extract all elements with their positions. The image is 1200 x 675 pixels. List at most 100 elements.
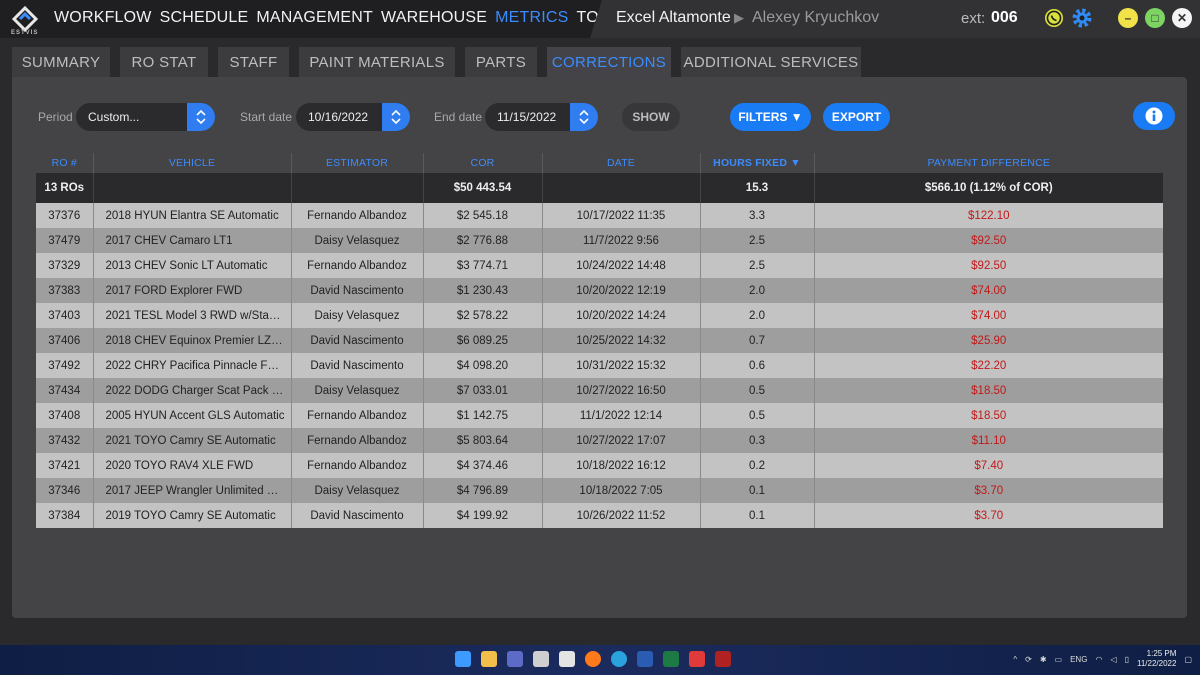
http-icon[interactable] [715,651,731,667]
end-date-spinner-icon[interactable] [570,103,598,131]
tab-summary[interactable]: SUMMARY [12,47,110,77]
table-row[interactable]: 37346 2017 JEEP Wrangler Unlimited Sp... D… [36,478,1163,503]
nav-warehouse[interactable]: WAREHOUSE [381,9,487,27]
cell-hours-fixed: 0.3 [700,428,815,453]
export-button[interactable]: EXPORT [823,103,890,131]
language-indicator[interactable]: ENG [1070,655,1087,664]
table-row[interactable]: 37383 2017 FORD Explorer FWD David Nascime… [36,278,1163,303]
main-nav: WORKFLOW SCHEDULE MANAGEMENT WAREHOUSE M… [54,9,639,27]
firefox-icon[interactable] [585,651,601,667]
end-date-field[interactable]: 11/15/2022 [485,103,598,131]
col-ro[interactable]: RO # [36,153,94,173]
cell-payment-difference: $18.50 [814,378,1163,403]
cell-estimator: Fernando Albandoz [291,453,424,478]
estvis-icon[interactable] [559,651,575,667]
cell-estimator: David Nascimento [291,278,424,303]
cell-vehicle: 2022 DODG Charger Scat Pack RW... [93,378,292,403]
clock[interactable]: 1:25 PM 11/22/2022 [1137,649,1176,669]
recorder-icon[interactable] [689,651,705,667]
save-icon[interactable] [507,651,523,667]
nav-management[interactable]: MANAGEMENT [256,9,373,27]
telegram-icon[interactable] [611,651,627,667]
windows-start-icon[interactable] [455,651,471,667]
file-explorer-icon[interactable] [481,651,497,667]
cell-ro: 37376 [36,203,94,228]
nav-workflow[interactable]: WORKFLOW [54,9,152,27]
cell-cor: $5 803.64 [423,428,543,453]
shop-name[interactable]: Excel Altamonte [616,9,731,27]
table-body: 37376 2018 HYUN Elantra SE Automatic Ferna… [36,203,1163,528]
user-name[interactable]: Alexey Kryuchkov [752,9,879,27]
cell-ro: 37329 [36,253,94,278]
cell-estimator: Daisy Velasquez [291,228,424,253]
table-row[interactable]: 37329 2013 CHEV Sonic LT Automatic Fernand… [36,253,1163,278]
cell-estimator: David Nascimento [291,503,424,528]
nav-metrics[interactable]: METRICS [495,9,568,27]
excel-icon[interactable] [663,651,679,667]
notifications-icon[interactable]: ▢ [1184,655,1192,664]
summary-date [542,173,701,203]
show-button[interactable]: SHOW [622,103,680,131]
col-date[interactable]: DATE [542,153,701,173]
app-icon[interactable] [533,651,549,667]
cell-date: 10/20/2022 12:19 [542,278,701,303]
tab-ro-stat[interactable]: RO STAT [120,47,208,77]
col-vehicle[interactable]: VEHICLE [93,153,292,173]
phone-icon[interactable] [1043,7,1065,29]
table-row[interactable]: 37432 2021 TOYO Camry SE Automatic Fernand… [36,428,1163,453]
table-row[interactable]: 37408 2005 HYUN Accent GLS Automatic Ferna… [36,403,1163,428]
start-date-spinner-icon[interactable] [382,103,410,131]
cell-vehicle: 2021 TESL Model 3 RWD w/Stand... [93,303,292,328]
table-row[interactable]: 37421 2020 TOYO RAV4 XLE FWD Fernando Alba… [36,453,1163,478]
taskbar-icons [455,651,731,667]
table-row[interactable]: 37403 2021 TESL Model 3 RWD w/Stand... Dai… [36,303,1163,328]
cell-ro: 37434 [36,378,94,403]
col-payment-difference[interactable]: PAYMENT DIFFERENCE [814,153,1163,173]
wifi-icon[interactable]: ◠ [1095,655,1102,664]
tab-parts[interactable]: PARTS [465,47,537,77]
info-button[interactable] [1133,102,1175,130]
gear-icon[interactable] [1070,6,1094,30]
tab-additional-services[interactable]: ADDITIONAL SERVICES [681,47,861,77]
word-icon[interactable] [637,651,653,667]
top-bar: ESTVIS WORKFLOW SCHEDULE MANAGEMENT WARE… [0,0,1200,38]
period-spinner-icon[interactable] [187,103,215,131]
bluetooth-icon[interactable]: ✱ [1040,655,1047,664]
cell-vehicle: 2013 CHEV Sonic LT Automatic [93,253,292,278]
volume-icon[interactable]: ◁ [1110,655,1116,664]
start-date-field[interactable]: 10/16/2022 [296,103,410,131]
tray-sync-icon[interactable]: ⟳ [1025,655,1032,664]
filters-button[interactable]: FILTERS ▼ [730,103,811,131]
maximize-icon[interactable]: □ [1145,8,1165,28]
cell-estimator: Daisy Velasquez [291,378,424,403]
period-select[interactable]: Custom... [76,103,215,131]
tab-paint-materials[interactable]: PAINT MATERIALS [299,47,455,77]
table-row[interactable]: 37406 2018 CHEV Equinox Premier LZ1 F... D… [36,328,1163,353]
battery-icon[interactable]: ▯ [1125,655,1129,664]
keyboard-icon[interactable]: ▭ [1055,655,1063,664]
col-estimator[interactable]: ESTIMATOR [291,153,424,173]
cell-estimator: David Nascimento [291,328,424,353]
tab-staff[interactable]: STAFF [218,47,289,77]
tab-corrections[interactable]: CORRECTIONS [547,47,671,77]
table-row[interactable]: 37492 2022 CHRY Pacifica Pinnacle FWD Davi… [36,353,1163,378]
cell-date: 10/17/2022 11:35 [542,203,701,228]
table-row[interactable]: 37384 2019 TOYO Camry SE Automatic David N… [36,503,1163,528]
tray-chevron-icon[interactable]: ^ [1013,655,1017,664]
ext-value: 006 [991,9,1018,26]
os-taskbar: ^ ⟳ ✱ ▭ ENG ◠ ◁ ▯ 1:25 PM 11/22/2022 ▢ [0,645,1200,675]
table-row[interactable]: 37434 2022 DODG Charger Scat Pack RW... Da… [36,378,1163,403]
cell-cor: $4 199.92 [423,503,543,528]
nav-schedule[interactable]: SCHEDULE [160,9,249,27]
cell-ro: 37432 [36,428,94,453]
table-row[interactable]: 37479 2017 CHEV Camaro LT1 Daisy Velasquez… [36,228,1163,253]
close-icon[interactable]: ✕ [1172,8,1192,28]
cell-vehicle: 2018 HYUN Elantra SE Automatic [93,203,292,228]
col-hours-fixed[interactable]: HOURS FIXED ▼ [700,153,815,173]
table-row[interactable]: 37376 2018 HYUN Elantra SE Automatic Ferna… [36,203,1163,228]
col-cor[interactable]: COR [423,153,543,173]
cell-cor: $2 776.88 [423,228,543,253]
cell-estimator: Fernando Albandoz [291,253,424,278]
info-icon [1145,107,1163,125]
minimize-icon[interactable]: – [1118,8,1138,28]
